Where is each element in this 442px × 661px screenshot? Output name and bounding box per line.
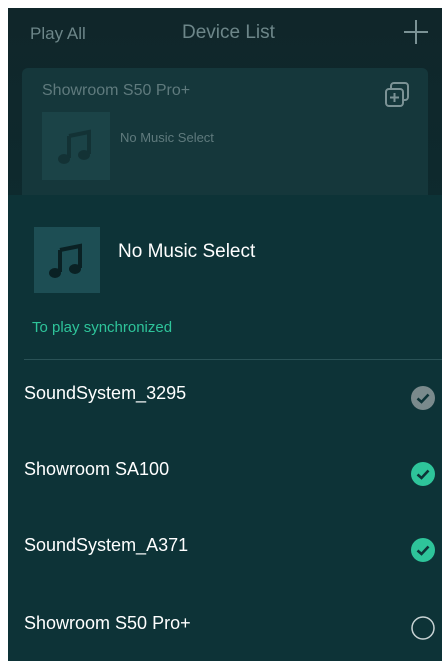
device-name: Showroom S50 Pro+: [24, 613, 191, 633]
music-note-icon: [49, 243, 82, 278]
device-name: Showroom SA100: [24, 459, 170, 479]
top-bar: Play All Device List: [8, 8, 442, 60]
check-circle-icon[interactable]: [411, 538, 435, 562]
screen: Play All Device List Showroom S50 Pro+ N…: [8, 8, 442, 661]
sync-section-label: To play synchronized: [32, 319, 173, 336]
play-all-button[interactable]: Play All: [30, 24, 86, 44]
device-card-status: No Music Select: [120, 130, 214, 145]
device-row[interactable]: Showroom SA100: [8, 439, 442, 511]
music-note-icon: [58, 129, 91, 164]
check-circle-icon[interactable]: [411, 386, 435, 410]
device-name: SoundSystem_A371: [24, 535, 189, 555]
device-row[interactable]: SoundSystem_3295: [8, 363, 442, 435]
sync-bottom-sheet: No Music Select To play synchronized Sou…: [8, 195, 442, 661]
empty-circle-icon[interactable]: [411, 616, 435, 640]
device-row[interactable]: SoundSystem_A371: [8, 515, 442, 587]
device-row[interactable]: Showroom S50 Pro+: [8, 593, 442, 661]
album-thumbnail: [42, 112, 110, 180]
album-thumbnail: [34, 227, 100, 293]
page-title: Device List: [182, 22, 275, 43]
device-card-name: Showroom S50 Pro+: [42, 82, 191, 99]
divider: [24, 359, 442, 360]
plus-icon[interactable]: [404, 20, 428, 44]
group-add-icon[interactable]: [382, 80, 412, 110]
check-circle-icon[interactable]: [411, 462, 435, 486]
now-playing-title: No Music Select: [118, 241, 256, 262]
device-name: SoundSystem_3295: [24, 383, 187, 403]
